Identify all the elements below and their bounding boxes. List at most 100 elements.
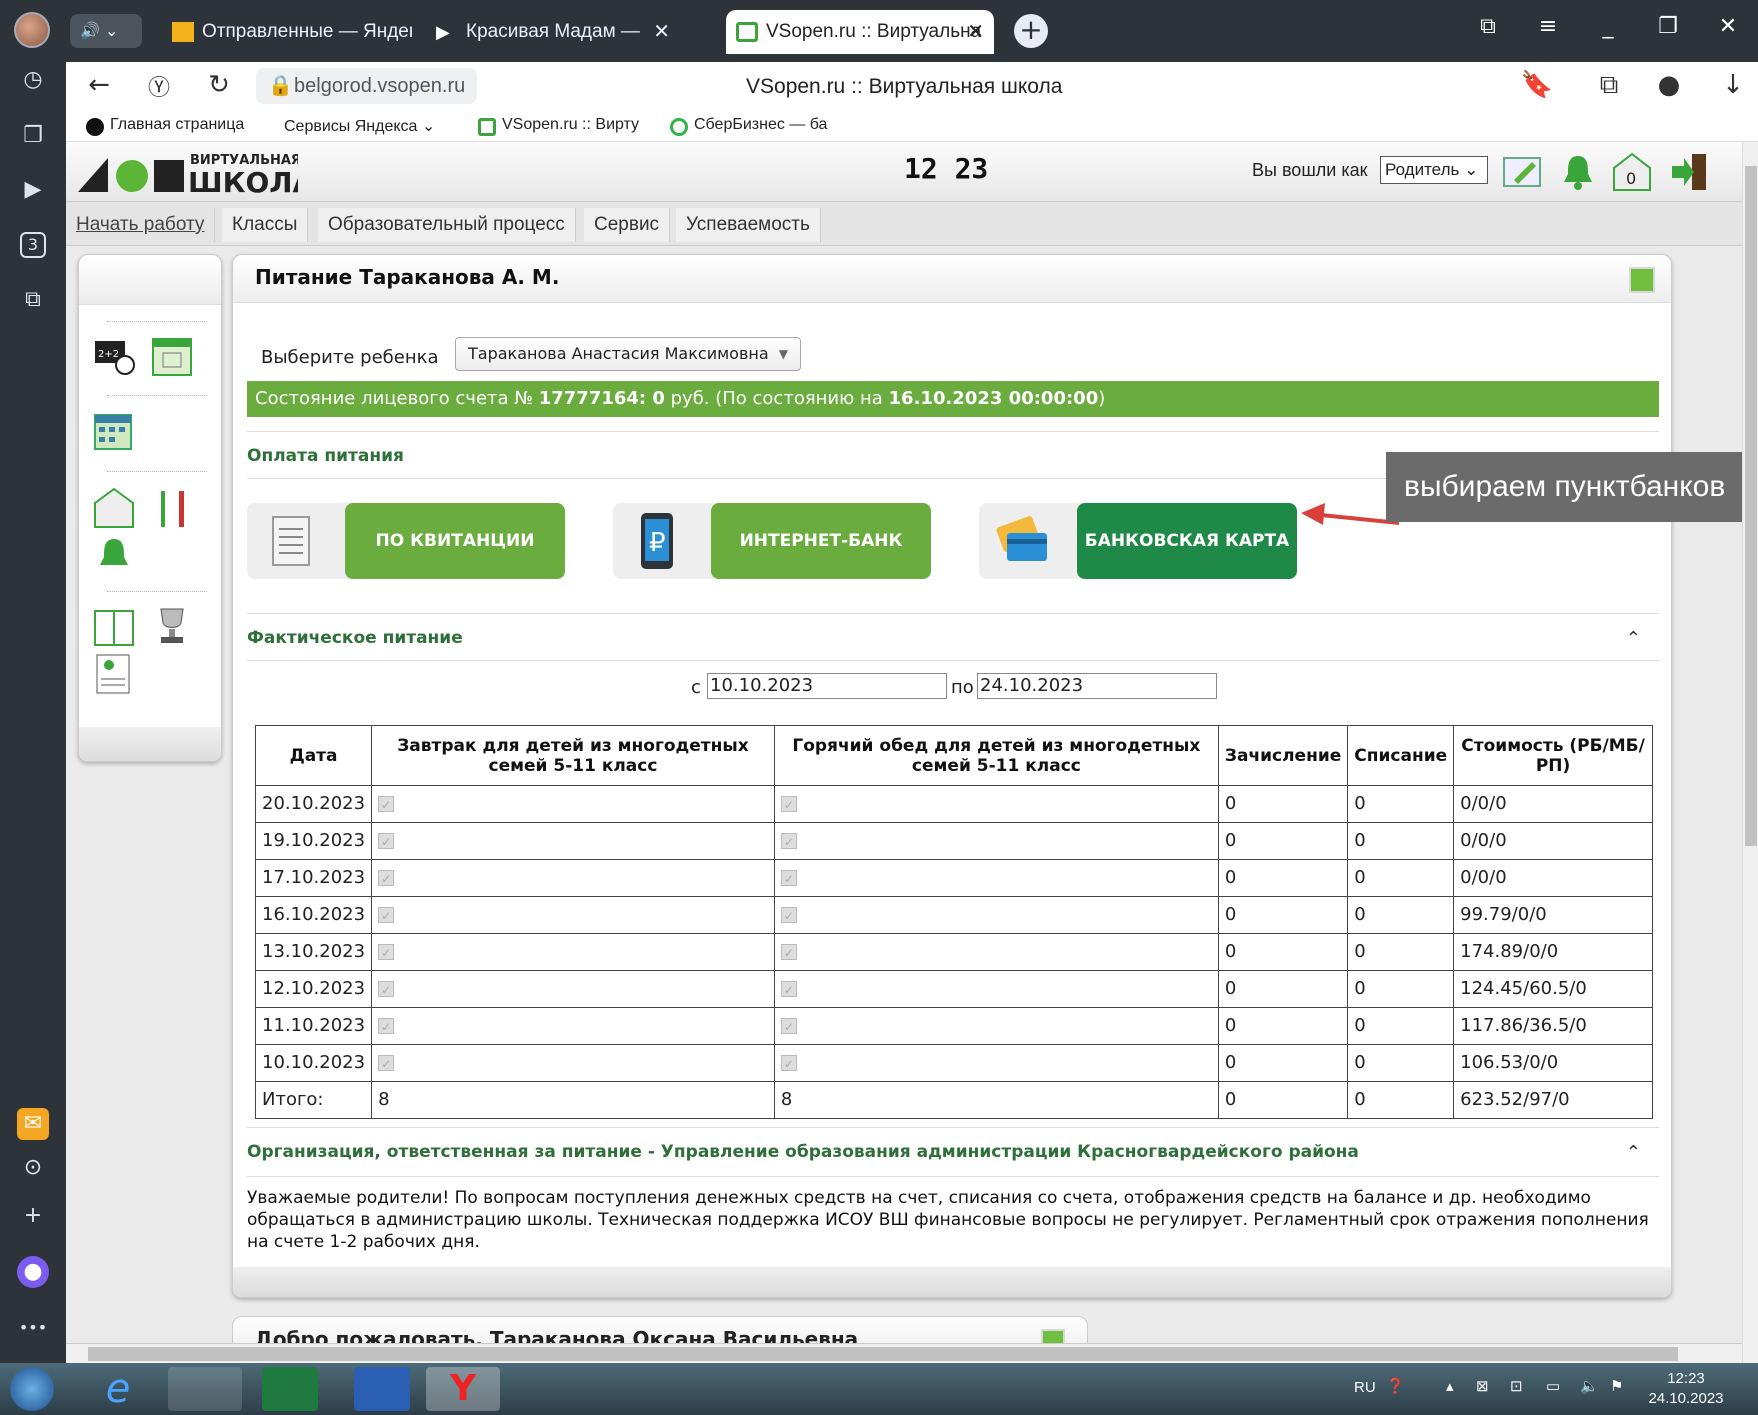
display-icon[interactable]: ▭ bbox=[1546, 1377, 1560, 1415]
word-icon[interactable] bbox=[354, 1367, 410, 1411]
meal-checkbox[interactable] bbox=[378, 861, 395, 897]
tray-up-icon[interactable]: ▴ bbox=[1446, 1377, 1454, 1415]
video-icon[interactable]: ▶ bbox=[17, 174, 49, 206]
downloads-icon[interactable]: ↓ bbox=[1716, 70, 1750, 100]
meal-checkbox[interactable] bbox=[378, 972, 395, 1008]
more-icon[interactable]: ••• bbox=[17, 1312, 49, 1344]
tab-mail[interactable]: Отправленные — Яндекс bbox=[162, 10, 412, 54]
meal-checkbox[interactable] bbox=[378, 898, 395, 934]
collapse-icon[interactable]: ⌃ bbox=[1626, 1142, 1641, 1163]
meal-checkbox[interactable] bbox=[780, 824, 797, 860]
bookmark-panel-icon[interactable]: ⧉ bbox=[1468, 14, 1508, 39]
row-breakfast[interactable] bbox=[371, 1007, 775, 1045]
reload-button[interactable]: ↻ bbox=[202, 70, 236, 100]
meal-checkbox[interactable] bbox=[378, 1009, 395, 1045]
row-lunch[interactable] bbox=[773, 785, 1219, 823]
pay-internet-button[interactable]: ИНТЕРНЕТ-БАНК bbox=[711, 503, 931, 579]
minimize-button[interactable]: _ bbox=[1588, 14, 1628, 39]
calendar-icon[interactable] bbox=[151, 335, 193, 377]
restore-button[interactable]: ❐ bbox=[1648, 14, 1688, 39]
bookmark-home[interactable]: Главная страница bbox=[86, 116, 244, 136]
meal-checkbox[interactable] bbox=[780, 861, 797, 897]
language-indicator[interactable]: RU bbox=[1354, 1379, 1376, 1415]
extensions-icon[interactable]: ⧉ bbox=[1592, 70, 1626, 101]
math-timer-icon[interactable]: 2+2 bbox=[93, 335, 135, 377]
antivirus-icon[interactable]: ⊠ bbox=[1476, 1377, 1489, 1415]
screenshot-icon[interactable]: ⧉ bbox=[17, 284, 49, 316]
row-breakfast[interactable] bbox=[371, 822, 775, 860]
meal-checkbox[interactable] bbox=[378, 824, 395, 860]
pay-receipt-button[interactable]: ПО КВИТАНЦИИ bbox=[345, 503, 565, 579]
meal-checkbox[interactable] bbox=[780, 935, 797, 971]
menu-icon[interactable]: ≡ bbox=[1528, 14, 1568, 39]
menu-start[interactable]: Начать работу bbox=[66, 208, 216, 242]
back-button[interactable]: ← bbox=[82, 70, 116, 100]
tab-vsopen[interactable]: VSopen.ru :: Виртуальна ✕ bbox=[726, 10, 994, 54]
history-icon[interactable]: ◷ bbox=[17, 64, 49, 96]
close-icon[interactable]: ✕ bbox=[653, 10, 670, 54]
actual-meals-section-header[interactable]: Фактическое питание ⌃ bbox=[247, 613, 1659, 661]
logout-icon[interactable] bbox=[1670, 152, 1710, 192]
profile-avatar[interactable] bbox=[14, 12, 50, 48]
profile-document-icon[interactable] bbox=[93, 653, 135, 695]
bookmark-yandex-services[interactable]: Сервисы Яндекса ⌄ bbox=[284, 116, 435, 136]
bookmark-icon[interactable]: 🔖 bbox=[1520, 70, 1554, 100]
scroll-thumb[interactable] bbox=[88, 1347, 1678, 1361]
meal-checkbox[interactable] bbox=[378, 1046, 395, 1082]
meal-checkbox[interactable] bbox=[378, 935, 395, 971]
collapse-icon[interactable]: ⌃ bbox=[1626, 628, 1641, 649]
close-icon[interactable]: ✕ bbox=[967, 10, 984, 54]
start-button[interactable] bbox=[10, 1367, 54, 1411]
horizontal-scrollbar[interactable] bbox=[66, 1343, 1742, 1363]
role-select[interactable]: Родитель ⌄ bbox=[1380, 156, 1488, 184]
row-lunch[interactable] bbox=[773, 822, 1219, 860]
row-breakfast[interactable] bbox=[371, 1044, 775, 1082]
tray-clock[interactable]: 12:23 24.10.2023 bbox=[1646, 1369, 1726, 1409]
menu-service[interactable]: Сервис bbox=[584, 208, 671, 242]
volume-icon[interactable]: 🔈 bbox=[1580, 1377, 1599, 1415]
tab-audio-control[interactable]: 🔊 ⌄ bbox=[70, 14, 142, 48]
journal-icon[interactable] bbox=[93, 607, 135, 649]
messages-icon[interactable]: 0 bbox=[1612, 152, 1652, 192]
url-field[interactable]: 🔒 belgorod.vsopen.ru bbox=[256, 68, 478, 104]
row-breakfast[interactable] bbox=[371, 970, 775, 1008]
bell-icon[interactable] bbox=[1558, 152, 1598, 192]
row-lunch[interactable] bbox=[773, 933, 1219, 971]
vertical-scrollbar[interactable] bbox=[1742, 142, 1758, 1363]
date-from-input[interactable]: 10.10.2023 bbox=[707, 673, 947, 699]
row-breakfast[interactable] bbox=[371, 859, 775, 897]
virtual-school-logo[interactable]: ВИРТУАЛЬНАЯ ШКОЛА bbox=[78, 146, 298, 196]
schedule-icon[interactable] bbox=[93, 411, 135, 453]
trophy-icon[interactable] bbox=[151, 605, 193, 647]
panel-toggle-button[interactable] bbox=[1629, 267, 1655, 293]
row-breakfast[interactable] bbox=[371, 785, 775, 823]
menu-progress[interactable]: Успеваемость bbox=[676, 208, 821, 242]
yandex-icon[interactable]: Ⓨ bbox=[142, 70, 176, 102]
menu-education[interactable]: Образовательный процесс bbox=[318, 208, 576, 242]
tabs-count-icon[interactable]: 3 bbox=[20, 232, 46, 258]
meal-checkbox[interactable] bbox=[780, 1046, 797, 1082]
add-icon[interactable]: + bbox=[17, 1200, 49, 1232]
close-window-button[interactable]: ✕ bbox=[1708, 14, 1748, 39]
row-lunch[interactable] bbox=[773, 859, 1219, 897]
new-tab-button[interactable]: + bbox=[1014, 14, 1048, 48]
meal-checkbox[interactable] bbox=[780, 787, 797, 823]
help-icon[interactable]: ❓ bbox=[1386, 1377, 1405, 1415]
row-breakfast[interactable] bbox=[371, 933, 775, 971]
mail-app-icon[interactable]: ✉ bbox=[17, 1108, 49, 1140]
alice-icon[interactable]: ● bbox=[17, 1256, 49, 1288]
row-lunch[interactable] bbox=[773, 896, 1219, 934]
network-icon[interactable]: ⊡ bbox=[1510, 1377, 1523, 1415]
pay-card-button[interactable]: БАНКОВСКАЯ КАРТА bbox=[1077, 503, 1297, 579]
meal-checkbox[interactable] bbox=[378, 787, 395, 823]
row-lunch[interactable] bbox=[773, 970, 1219, 1008]
date-to-input[interactable]: 24.10.2023 bbox=[977, 673, 1217, 699]
menu-classes[interactable]: Классы bbox=[222, 208, 309, 242]
extension-avatar-icon[interactable]: ● bbox=[1652, 70, 1686, 100]
row-lunch[interactable] bbox=[773, 1044, 1219, 1082]
flag-icon[interactable]: ⚑ bbox=[1610, 1377, 1623, 1415]
messenger-icon[interactable]: ⊙ bbox=[17, 1152, 49, 1184]
bell-icon[interactable] bbox=[93, 535, 135, 577]
explorer-icon[interactable] bbox=[168, 1367, 242, 1411]
excel-icon[interactable] bbox=[262, 1367, 318, 1411]
